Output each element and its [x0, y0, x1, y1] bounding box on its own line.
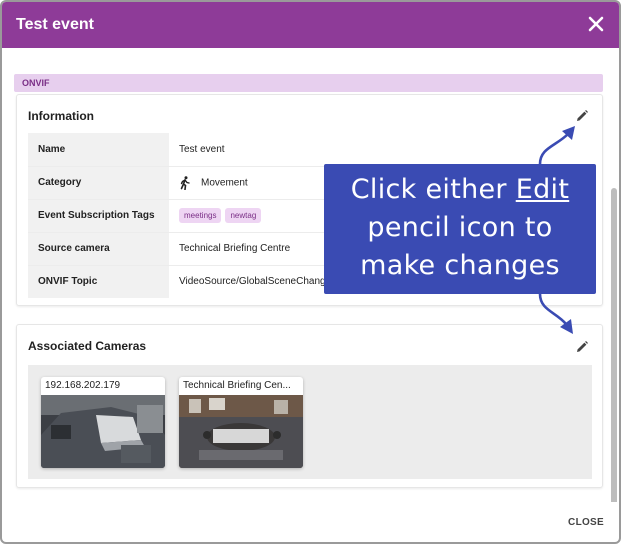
- callout-line-1: Click either Edit: [324, 174, 596, 205]
- callout-line-2: pencil icon to: [367, 212, 553, 243]
- info-label: Source camera: [28, 232, 169, 265]
- cameras-list: 192.168.202.179 Technical Briefing Cen..…: [28, 365, 592, 479]
- callout-line-3: make changes: [360, 250, 560, 281]
- camera-tile[interactable]: 192.168.202.179: [41, 377, 165, 468]
- camera-thumbnail: [179, 395, 303, 468]
- info-label: Category: [28, 166, 169, 199]
- edit-pencil-icon[interactable]: [575, 340, 589, 354]
- help-callout: Click either Edit pencil icon to make ch…: [324, 164, 596, 294]
- scrollbar[interactable]: [611, 188, 617, 502]
- callout-line-1-prefix: Click either: [350, 174, 516, 205]
- information-title: Information: [28, 109, 94, 123]
- camera-thumbnail: [41, 395, 165, 468]
- tag-chip: newtag: [225, 208, 262, 223]
- camera-tile[interactable]: Technical Briefing Cen...: [179, 377, 303, 468]
- onvif-label: ONVIF: [22, 78, 50, 88]
- onvif-section-bar: ONVIF: [14, 74, 603, 92]
- close-button[interactable]: CLOSE: [568, 517, 604, 528]
- associated-cameras-card: Associated Cameras 192.168.202.179 Techn…: [16, 324, 603, 488]
- info-label: Event Subscription Tags: [28, 199, 169, 232]
- info-label: ONVIF Topic: [28, 265, 169, 298]
- camera-name: 192.168.202.179: [45, 380, 121, 391]
- close-icon[interactable]: [585, 13, 607, 35]
- camera-name: Technical Briefing Cen...: [183, 380, 291, 391]
- dialog-header: Test event: [2, 2, 619, 48]
- tag-chip: meetings: [179, 208, 222, 223]
- arrow-up-icon: [538, 126, 575, 166]
- info-row-name: Name Test event: [28, 133, 592, 166]
- callout-edit-word: Edit: [515, 174, 570, 205]
- dialog-footer: CLOSE: [2, 502, 619, 542]
- associated-cameras-title: Associated Cameras: [28, 339, 147, 353]
- category-value: Movement: [201, 177, 248, 189]
- arrow-down-icon: [538, 292, 573, 334]
- walking-person-icon: [180, 175, 190, 190]
- info-label: Name: [28, 133, 169, 166]
- dialog-title: Test event: [16, 16, 94, 33]
